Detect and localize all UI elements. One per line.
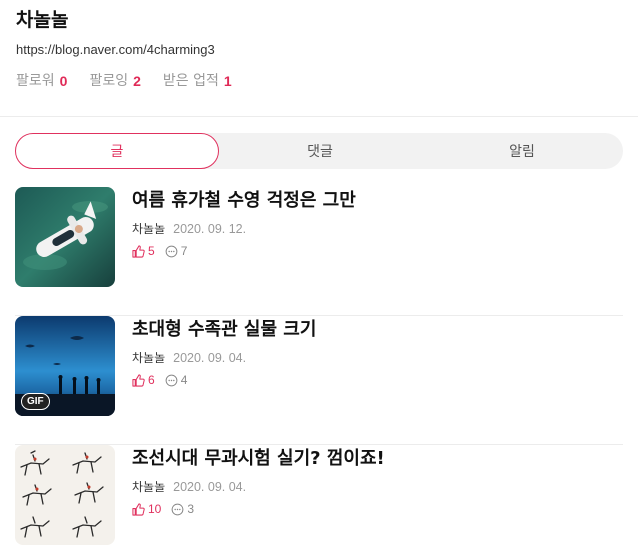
section-divider	[0, 116, 638, 117]
tab-bar: 글 댓글 알림	[15, 133, 623, 169]
post-counts: 6 4	[132, 373, 623, 387]
comment-count[interactable]: 3	[171, 502, 194, 516]
stat-value: 2	[133, 73, 141, 89]
post-title[interactable]: 조선시대 무과시험 실기? 껌이죠!	[132, 447, 623, 471]
profile-stats: 팔로워 0 팔로잉 2 받은 업적 1	[16, 72, 626, 90]
thumbs-up-icon	[132, 502, 145, 516]
post-body: 초대형 수족관 실물 크기 차놀놀 2020. 09. 04. 6 4	[132, 318, 623, 387]
like-count-value: 6	[148, 373, 155, 387]
post-date: 2020. 09. 04.	[173, 351, 247, 365]
post-meta: 차놀놀 2020. 09. 04.	[132, 479, 623, 495]
swimmer-on-float-image[interactable]	[15, 187, 115, 287]
post-meta: 차놀놀 2020. 09. 04.	[132, 350, 623, 366]
post-body: 여름 휴가철 수영 걱정은 그만 차놀놀 2020. 09. 12. 5 7	[132, 189, 623, 258]
like-count[interactable]: 5	[132, 244, 155, 258]
post-author: 차놀놀	[132, 222, 166, 236]
thumbs-up-icon	[132, 244, 145, 258]
post-date: 2020. 09. 12.	[173, 222, 247, 236]
blog-url-link[interactable]: https://blog.naver.com/4charming3	[16, 42, 626, 58]
speech-bubble-icon	[165, 374, 178, 387]
post-title[interactable]: 초대형 수족관 실물 크기	[132, 318, 623, 342]
thumbs-up-icon	[132, 373, 145, 387]
tab-posts[interactable]: 글	[15, 133, 219, 169]
post-item[interactable]: GIF 초대형 수족관 실물 크기 차놀놀 2020. 09. 04. 6 4	[15, 316, 623, 445]
comment-count-value: 3	[187, 502, 195, 516]
post-date: 2020. 09. 04.	[173, 480, 247, 494]
post-counts: 5 7	[132, 244, 623, 258]
speech-bubble-icon	[171, 503, 184, 516]
stat-value: 1	[223, 73, 232, 89]
achievements-stat[interactable]: 받은 업적 1	[163, 72, 232, 90]
post-list: 여름 휴가철 수영 걱정은 그만 차놀놀 2020. 09. 12. 5 7 G…	[15, 187, 623, 557]
like-count[interactable]: 10	[132, 502, 161, 516]
comment-count-value: 7	[180, 244, 188, 258]
stat-value: 0	[59, 73, 68, 89]
aquarium-image[interactable]: GIF	[15, 316, 115, 416]
comment-count[interactable]: 4	[165, 373, 188, 387]
like-count[interactable]: 6	[132, 373, 155, 387]
post-item[interactable]: 조선시대 무과시험 실기? 껌이죠! 차놀놀 2020. 09. 04. 10 …	[15, 445, 623, 557]
post-counts: 10 3	[132, 502, 623, 516]
like-count-value: 10	[148, 502, 162, 516]
stat-label: 팔로워	[16, 73, 55, 89]
post-body: 조선시대 무과시험 실기? 껌이죠! 차놀놀 2020. 09. 04. 10 …	[132, 447, 623, 516]
gif-badge: GIF	[21, 393, 50, 410]
speech-bubble-icon	[165, 245, 178, 258]
comment-count[interactable]: 7	[165, 244, 188, 258]
post-author: 차놀놀	[132, 480, 166, 494]
stat-label: 받은 업적	[162, 73, 219, 89]
tab-notifications[interactable]: 알림	[421, 133, 623, 169]
post-meta: 차놀놀 2020. 09. 12.	[132, 221, 623, 237]
stat-label: 팔로잉	[89, 73, 129, 89]
followers-stat[interactable]: 팔로워 0	[16, 72, 67, 90]
comment-count-value: 4	[180, 373, 188, 387]
horse-riders-drawing-image[interactable]	[15, 445, 115, 545]
post-author: 차놀놀	[132, 351, 166, 365]
profile-name: 차놀놀	[16, 9, 69, 31]
tab-comments[interactable]: 댓글	[219, 133, 421, 169]
post-title[interactable]: 여름 휴가철 수영 걱정은 그만	[132, 189, 623, 213]
like-count-value: 5	[148, 244, 155, 258]
post-item[interactable]: 여름 휴가철 수영 걱정은 그만 차놀놀 2020. 09. 12. 5 7	[15, 187, 623, 316]
profile-header: 차놀놀 https://blog.naver.com/4charming3 팔로…	[16, 8, 626, 90]
following-stat[interactable]: 팔로잉 2	[89, 72, 140, 90]
